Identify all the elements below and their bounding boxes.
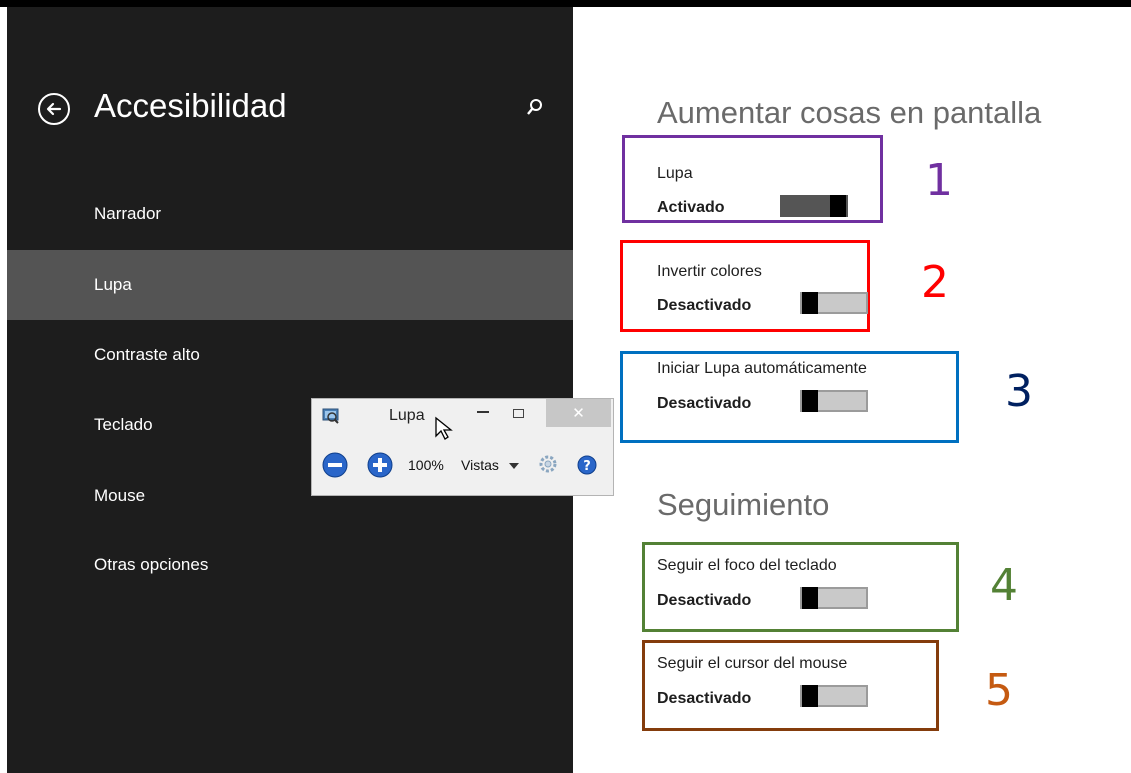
sidebar-item-label: Teclado (94, 415, 153, 434)
marker-5: 5 (985, 665, 1013, 716)
setting-state-lupa: Activado (657, 199, 725, 216)
sidebar-item-narrador[interactable]: Narrador (7, 179, 573, 249)
toggle-iniciar-lupa[interactable] (800, 390, 868, 412)
settings-gear-icon[interactable] (538, 454, 558, 474)
svg-text:?: ? (583, 459, 591, 474)
section-heading-seguimiento: Seguimiento (657, 487, 830, 522)
setting-state-invertir: Desactivado (657, 297, 752, 314)
section-heading-aumentar: Aumentar cosas en pantalla (657, 95, 1042, 130)
setting-label-lupa: Lupa (657, 165, 693, 182)
top-border (0, 0, 1131, 7)
marker-4: 4 (990, 560, 1018, 611)
toggle-seguir-cursor[interactable] (800, 685, 868, 707)
back-button[interactable] (38, 93, 70, 125)
chevron-down-icon[interactable] (509, 463, 519, 469)
setting-state-cursor: Desactivado (657, 690, 752, 707)
page-title: Accesibilidad (94, 87, 287, 124)
magnifier-window[interactable]: Lupa ✕ 100% Vistas ? (311, 398, 614, 496)
search-icon[interactable] (526, 98, 544, 118)
toggle-thumb (830, 195, 846, 217)
zoom-level: 100% (408, 457, 444, 473)
maximize-button[interactable] (513, 409, 524, 418)
toggle-thumb (802, 685, 818, 707)
toggle-invertir-colores[interactable] (800, 292, 868, 314)
setting-state-foco: Desactivado (657, 592, 752, 609)
zoom-out-icon[interactable] (322, 452, 348, 478)
close-icon: ✕ (572, 405, 585, 422)
toggle-thumb (802, 390, 818, 412)
toggle-lupa[interactable] (780, 195, 848, 217)
toggle-thumb (802, 587, 818, 609)
toggle-thumb (802, 292, 818, 314)
sidebar-item-label: Narrador (94, 204, 162, 223)
sidebar-item-lupa[interactable]: Lupa (7, 250, 573, 320)
setting-label-cursor: Seguir el cursor del mouse (657, 655, 848, 672)
views-dropdown[interactable]: Vistas (461, 457, 499, 473)
mouse-pointer-icon (435, 416, 453, 440)
sidebar-item-label: Contraste alto (94, 345, 200, 364)
sidebar-item-contraste-alto[interactable]: Contraste alto (7, 320, 573, 390)
highlight-box-5 (642, 640, 939, 731)
toggle-seguir-foco[interactable] (800, 587, 868, 609)
sidebar-item-otras-opciones[interactable]: Otras opciones (7, 530, 573, 600)
back-arrow-icon (46, 102, 62, 116)
marker-1: 1 (925, 155, 953, 206)
highlight-box-2 (620, 240, 870, 332)
magnifier-app-icon (322, 408, 339, 424)
zoom-in-icon[interactable] (367, 452, 393, 478)
marker-3: 3 (1005, 366, 1033, 417)
magnifier-title: Lupa (389, 407, 425, 424)
close-button[interactable]: ✕ (546, 399, 611, 427)
setting-state-iniciar: Desactivado (657, 395, 752, 412)
magnifier-titlebar[interactable]: Lupa ✕ (312, 399, 613, 435)
setting-label-invertir: Invertir colores (657, 263, 762, 280)
setting-label-iniciar: Iniciar Lupa automáticamente (657, 360, 867, 377)
help-icon[interactable]: ? (577, 455, 597, 475)
sidebar-item-label: Otras opciones (94, 555, 209, 574)
setting-label-foco: Seguir el foco del teclado (657, 557, 837, 574)
sidebar-item-label: Mouse (94, 486, 146, 505)
sidebar-item-label: Lupa (94, 275, 132, 294)
marker-2: 2 (921, 257, 949, 308)
minimize-button[interactable] (477, 411, 489, 413)
